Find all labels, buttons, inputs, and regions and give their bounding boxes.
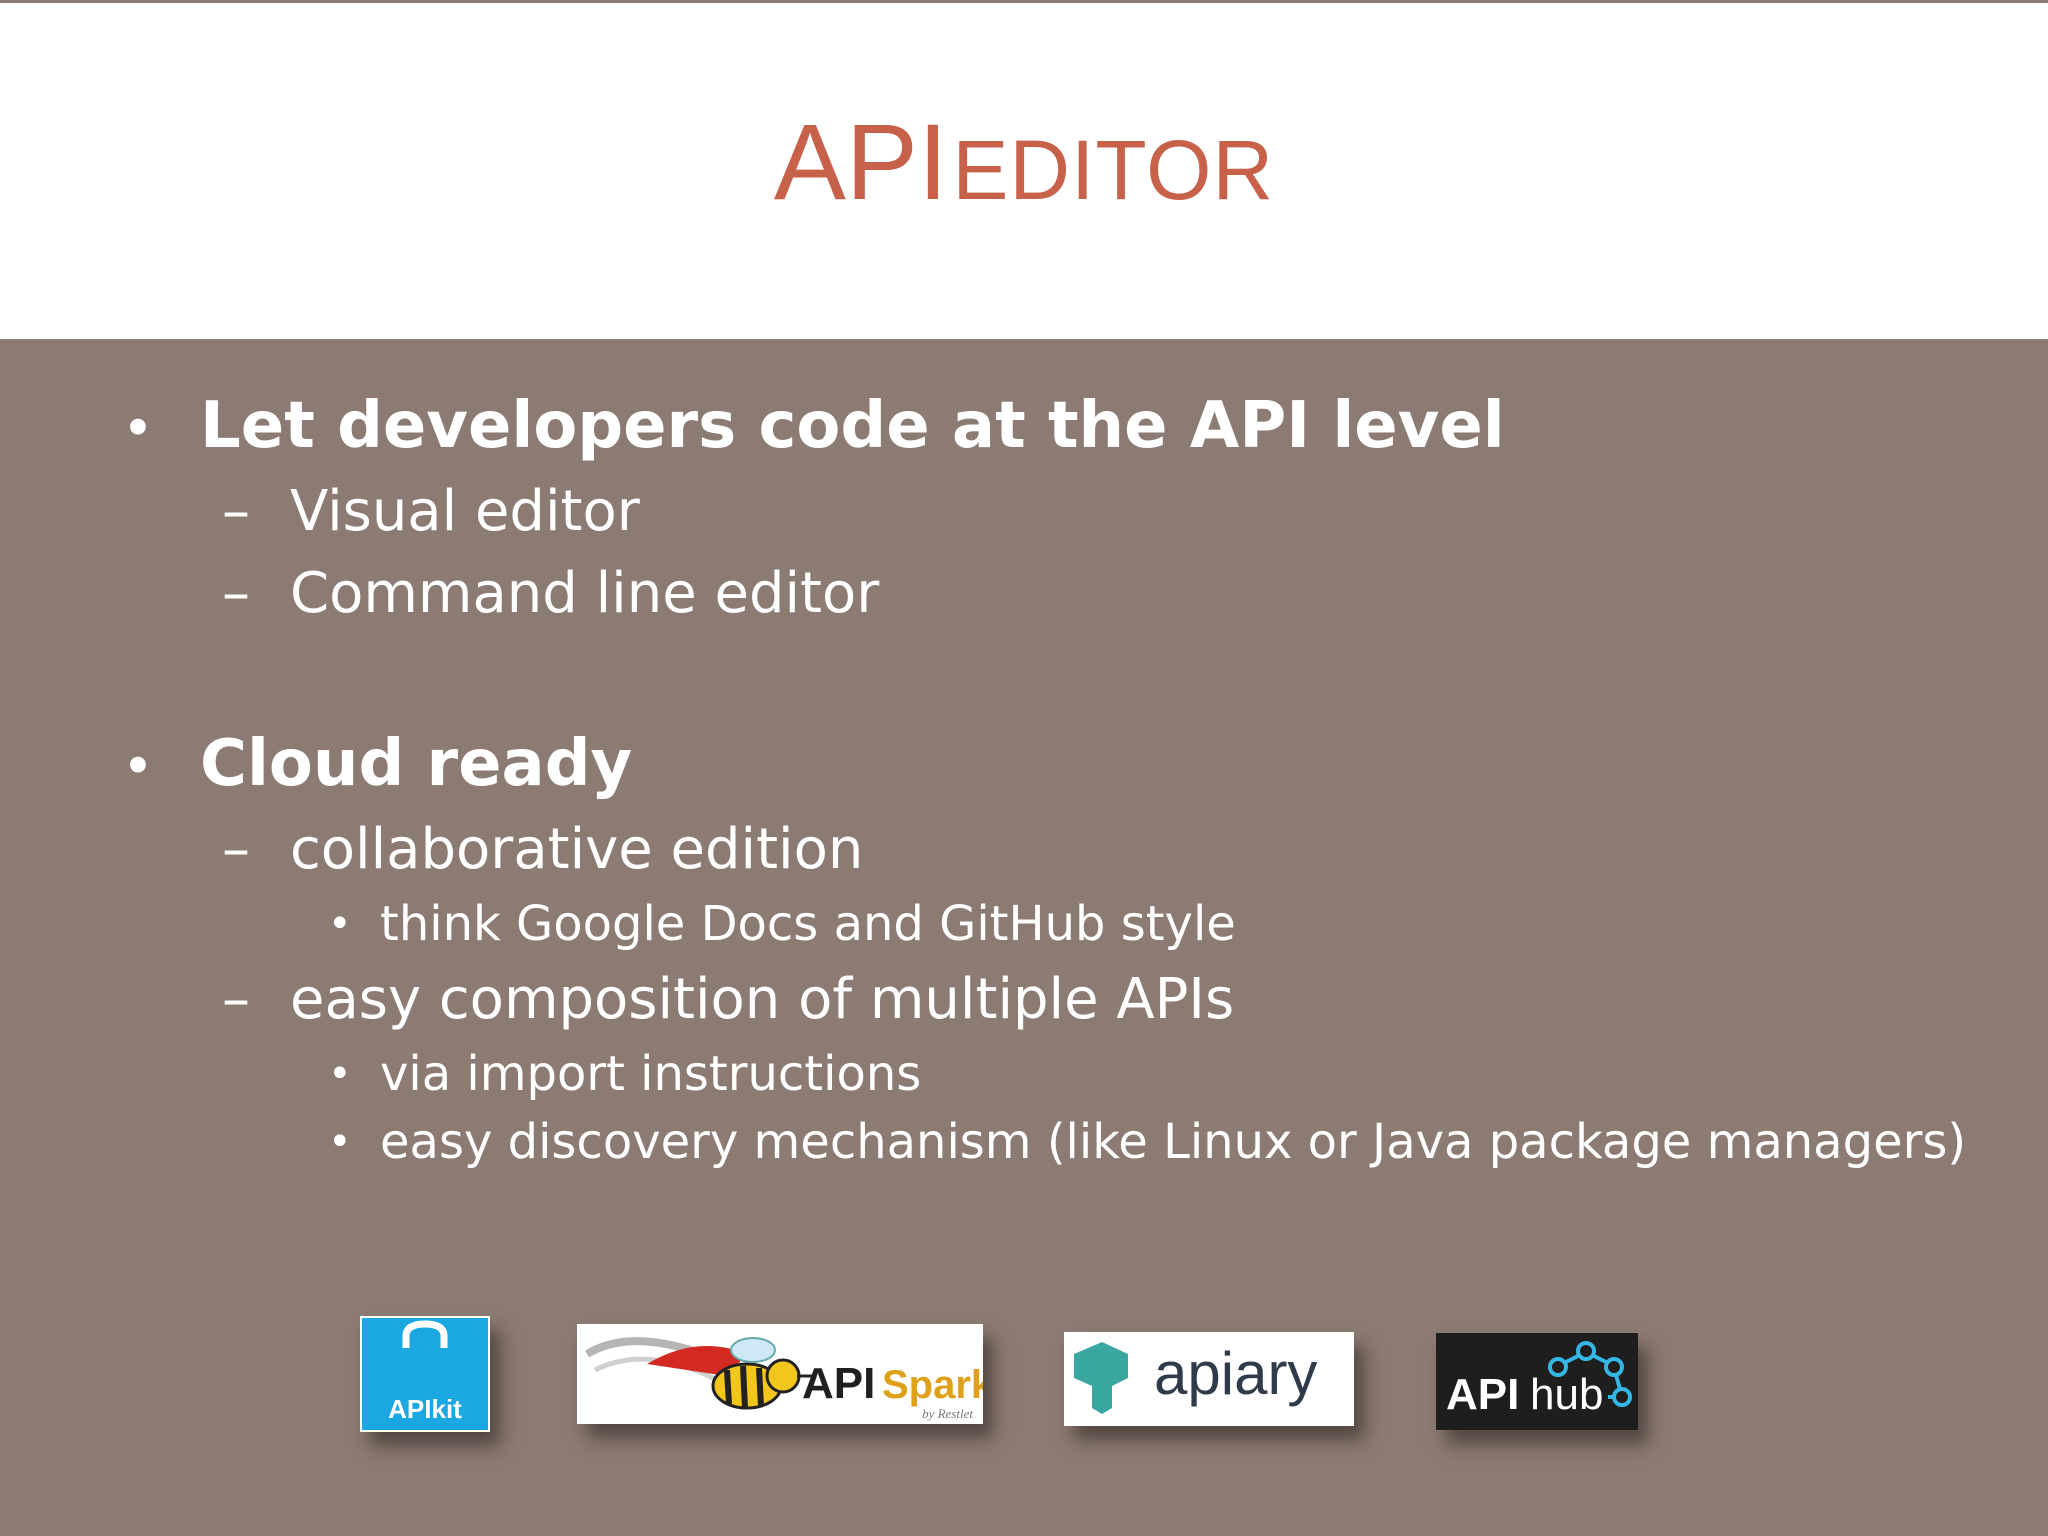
sub-easy-composition: easy composition of multiple APIs	[290, 967, 1235, 1032]
apihub-api-text: API	[1446, 1370, 1519, 1419]
apikit-logo: APIkit	[360, 1316, 490, 1432]
slide-title-main: API	[773, 101, 948, 222]
dash-icon: –	[222, 561, 250, 626]
network-icon: API hub	[1446, 1341, 1632, 1419]
apikit-logo-text: APIkit	[388, 1394, 462, 1424]
bullet-cloud-ready: Cloud ready	[200, 727, 633, 801]
dash-icon: –	[222, 967, 250, 1032]
apiary-logo: apiary	[1064, 1332, 1354, 1426]
slide-title: API EDITOR	[0, 108, 2048, 216]
apispark-api-text: API	[802, 1359, 875, 1408]
sub-command-line-editor: Command line editor	[290, 561, 880, 626]
bullet-icon: •	[328, 1119, 352, 1165]
apiary-logo-text: apiary	[1154, 1340, 1317, 1407]
item-google-docs-github: think Google Docs and GitHub style	[380, 896, 1236, 952]
bullet-icon: •	[328, 901, 352, 947]
sub-visual-editor: Visual editor	[290, 479, 640, 544]
bullet-icon: •	[122, 735, 154, 798]
dash-icon: –	[222, 479, 250, 544]
bullet-icon: •	[328, 1051, 352, 1097]
apispark-by-text: by Restlet	[922, 1406, 973, 1421]
bag-icon: APIkit	[388, 1320, 462, 1424]
dash-icon: –	[222, 817, 250, 882]
apihub-hub-text: hub	[1530, 1370, 1603, 1419]
bullet-icon: •	[122, 397, 154, 460]
item-easy-discovery: easy discovery mechanism (like Linux or …	[380, 1114, 1967, 1170]
apihub-logo: API hub	[1436, 1333, 1638, 1430]
hexagon-icon: apiary	[1074, 1340, 1317, 1414]
item-via-import: via import instructions	[380, 1046, 922, 1102]
bullet-let-developers: Let developers code at the API level	[200, 389, 1505, 463]
bee-icon: API Spark by Restlet	[584, 1337, 983, 1421]
apispark-logo: API Spark by Restlet	[577, 1324, 983, 1424]
apispark-spark-text: Spark	[882, 1363, 983, 1407]
slide-title-small: EDITOR	[952, 123, 1275, 217]
sub-collaborative-edition: collaborative edition	[290, 817, 864, 882]
